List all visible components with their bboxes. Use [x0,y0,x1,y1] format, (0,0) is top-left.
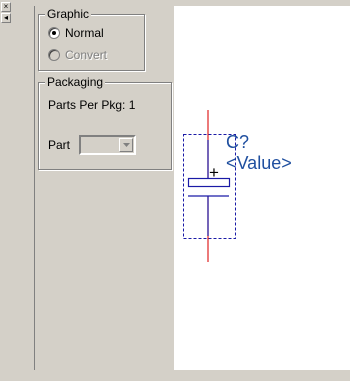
plus-polarity-mark: + [209,163,219,182]
graphic-group: Graphic Normal Convert [38,7,145,71]
packaging-group-title: Packaging [45,75,106,89]
bottom-status-strip [12,370,350,381]
collapse-arrow-glyph: ◂ [3,13,8,22]
close-glyph: × [3,2,9,11]
normal-radio-option[interactable]: Normal [48,26,104,40]
convert-radio-button[interactable] [48,49,60,61]
packaging-group: Packaging Parts Per Pkg: 1 Part [38,75,172,170]
capacitor-symbol[interactable]: + C? <Value> [174,6,350,370]
dropdown-arrow-glyph [122,143,130,147]
collapse-arrow-icon[interactable]: ◂ [1,13,11,23]
part-label: Part [48,138,71,152]
value-label[interactable]: <Value> [226,153,292,173]
schematic-canvas[interactable]: + C? <Value> [174,6,350,370]
convert-radio-option[interactable]: Convert [48,48,107,62]
reference-label[interactable]: C? [226,132,249,152]
chevron-down-icon[interactable] [119,138,133,152]
normal-radio-button[interactable] [48,27,60,39]
panel-side-strip: × ◂ [0,0,12,381]
convert-radio-label: Convert [65,48,108,62]
properties-panel: Graphic Normal Convert Packaging Parts P… [34,6,174,370]
parts-per-pkg-text: Parts Per Pkg: 1 [48,98,136,112]
panel-divider [34,6,35,370]
part-select[interactable] [79,135,136,155]
graphic-group-title: Graphic [45,7,92,21]
close-icon[interactable]: × [1,2,11,12]
radio-selected-dot [52,31,56,35]
normal-radio-label: Normal [65,26,104,40]
